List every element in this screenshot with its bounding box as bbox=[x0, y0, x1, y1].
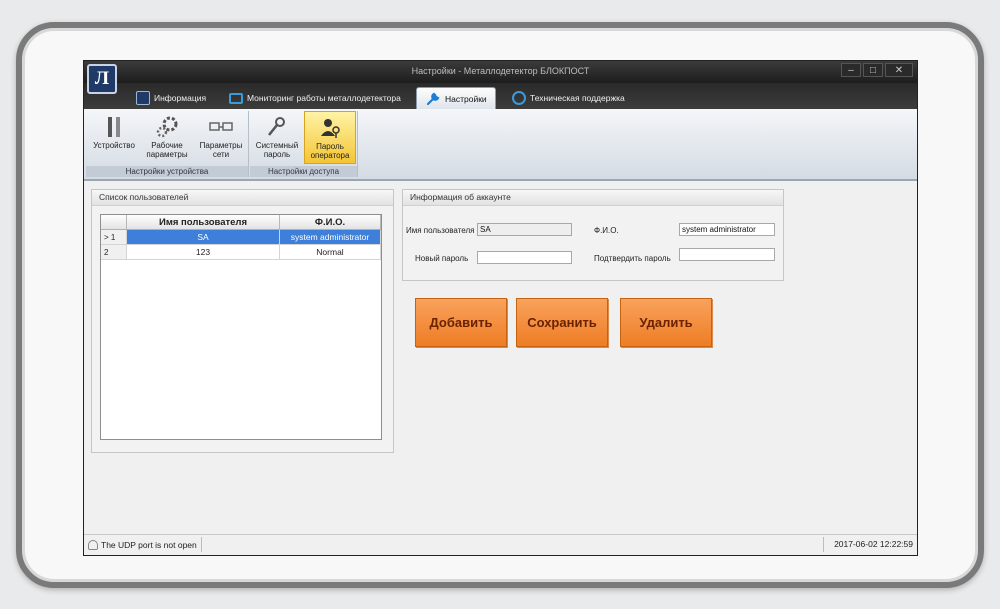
ribbon: Устройство Рабочие параметры Параметры с… bbox=[84, 109, 917, 181]
confirm-password-label: Подтвердить пароль bbox=[594, 254, 671, 263]
system-password-button[interactable]: Системный пароль bbox=[253, 111, 301, 164]
cell-username[interactable]: 123 bbox=[126, 244, 280, 260]
tab-label: Информация bbox=[154, 93, 207, 103]
gears-icon bbox=[156, 116, 178, 138]
fio-field[interactable] bbox=[679, 223, 775, 236]
tab-label: Техническая поддержка bbox=[530, 93, 625, 103]
device-button[interactable]: Устройство bbox=[89, 111, 139, 164]
status-bar: The UDP port is not open 2017-06-02 12:2… bbox=[84, 534, 917, 555]
delete-button[interactable]: Удалить bbox=[620, 298, 712, 347]
ribbon-group-access: Системный пароль Пароль оператора Настро… bbox=[250, 111, 358, 177]
app-logo-icon: Л bbox=[87, 64, 117, 94]
column-header-fio[interactable]: Ф.И.О. bbox=[279, 215, 381, 230]
maximize-button[interactable]: □ bbox=[863, 63, 883, 77]
row-header-corner bbox=[101, 215, 127, 230]
window-controls: – □ ✕ bbox=[841, 63, 913, 77]
work-params-button[interactable]: Рабочие параметры bbox=[142, 111, 192, 164]
status-message: The UDP port is not open bbox=[86, 537, 202, 552]
user-key-icon bbox=[321, 119, 340, 138]
cell-fio[interactable]: system administrator bbox=[279, 229, 381, 245]
info-tab-icon bbox=[136, 91, 150, 105]
net-params-button[interactable]: Параметры сети bbox=[196, 111, 246, 164]
tab-bar: Информация Мониторинг работы металлодете… bbox=[84, 83, 917, 109]
monitor-icon bbox=[229, 92, 243, 104]
account-info-panel: Информация об аккаунте Имя пользователя … bbox=[402, 189, 784, 281]
ribbon-group-label: Настройки устройства bbox=[86, 166, 248, 177]
operator-password-button[interactable]: Пароль оператора bbox=[304, 111, 356, 164]
row-header[interactable]: > 1 bbox=[101, 229, 127, 245]
users-list-panel: Список пользователей Имя пользователя Ф.… bbox=[91, 189, 394, 453]
cell-fio[interactable]: Normal bbox=[279, 244, 381, 260]
new-password-field[interactable] bbox=[477, 251, 572, 264]
title-bar: Настройки - Металлодетектор БЛОКПОСТ – □… bbox=[84, 61, 917, 83]
cell-username[interactable]: SA bbox=[126, 229, 280, 245]
table-row[interactable]: 2 123 Normal bbox=[101, 244, 381, 260]
tab-settings[interactable]: Настройки bbox=[416, 87, 496, 109]
fio-label: Ф.И.О. bbox=[594, 226, 619, 235]
username-field[interactable] bbox=[477, 223, 572, 236]
device-icon bbox=[108, 117, 120, 137]
tab-label: Настройки bbox=[445, 93, 487, 104]
status-text: The UDP port is not open bbox=[101, 539, 197, 550]
add-button[interactable]: Добавить bbox=[415, 298, 507, 347]
users-grid: Имя пользователя Ф.И.О. > 1 SA system ad… bbox=[100, 214, 382, 440]
ribbon-group-label: Настройки доступа bbox=[250, 166, 357, 177]
row-header[interactable]: 2 bbox=[101, 244, 127, 260]
wrench-icon bbox=[426, 92, 440, 105]
panel-title: Информация об аккаунте bbox=[403, 190, 783, 206]
port-status-icon bbox=[88, 539, 98, 550]
app-window: Настройки - Металлодетектор БЛОКПОСТ – □… bbox=[83, 60, 918, 556]
panel-title: Список пользователей bbox=[92, 190, 393, 206]
column-header-username[interactable]: Имя пользователя bbox=[126, 215, 280, 230]
tab-info[interactable]: Информация bbox=[136, 87, 206, 109]
tab-label: Мониторинг работы металлодетектора bbox=[247, 93, 401, 103]
confirm-password-field[interactable] bbox=[679, 248, 775, 261]
keys-icon bbox=[268, 117, 285, 136]
support-icon bbox=[512, 91, 526, 105]
tab-monitoring[interactable]: Мониторинг работы металлодетектора bbox=[229, 87, 401, 109]
table-row[interactable]: > 1 SA system administrator bbox=[101, 229, 381, 245]
tab-support[interactable]: Техническая поддержка bbox=[512, 87, 625, 109]
window-title: Настройки - Металлодетектор БЛОКПОСТ bbox=[411, 66, 590, 76]
status-datetime: 2017-06-02 12:22:59 bbox=[823, 537, 913, 552]
network-icon bbox=[209, 122, 233, 131]
minimize-button[interactable]: – bbox=[841, 63, 861, 77]
ribbon-group-device: Устройство Рабочие параметры Параметры с… bbox=[86, 111, 249, 177]
save-button[interactable]: Сохранить bbox=[516, 298, 608, 347]
username-label: Имя пользователя bbox=[406, 226, 475, 235]
new-password-label: Новый пароль bbox=[415, 254, 469, 263]
close-button[interactable]: ✕ bbox=[885, 63, 913, 77]
